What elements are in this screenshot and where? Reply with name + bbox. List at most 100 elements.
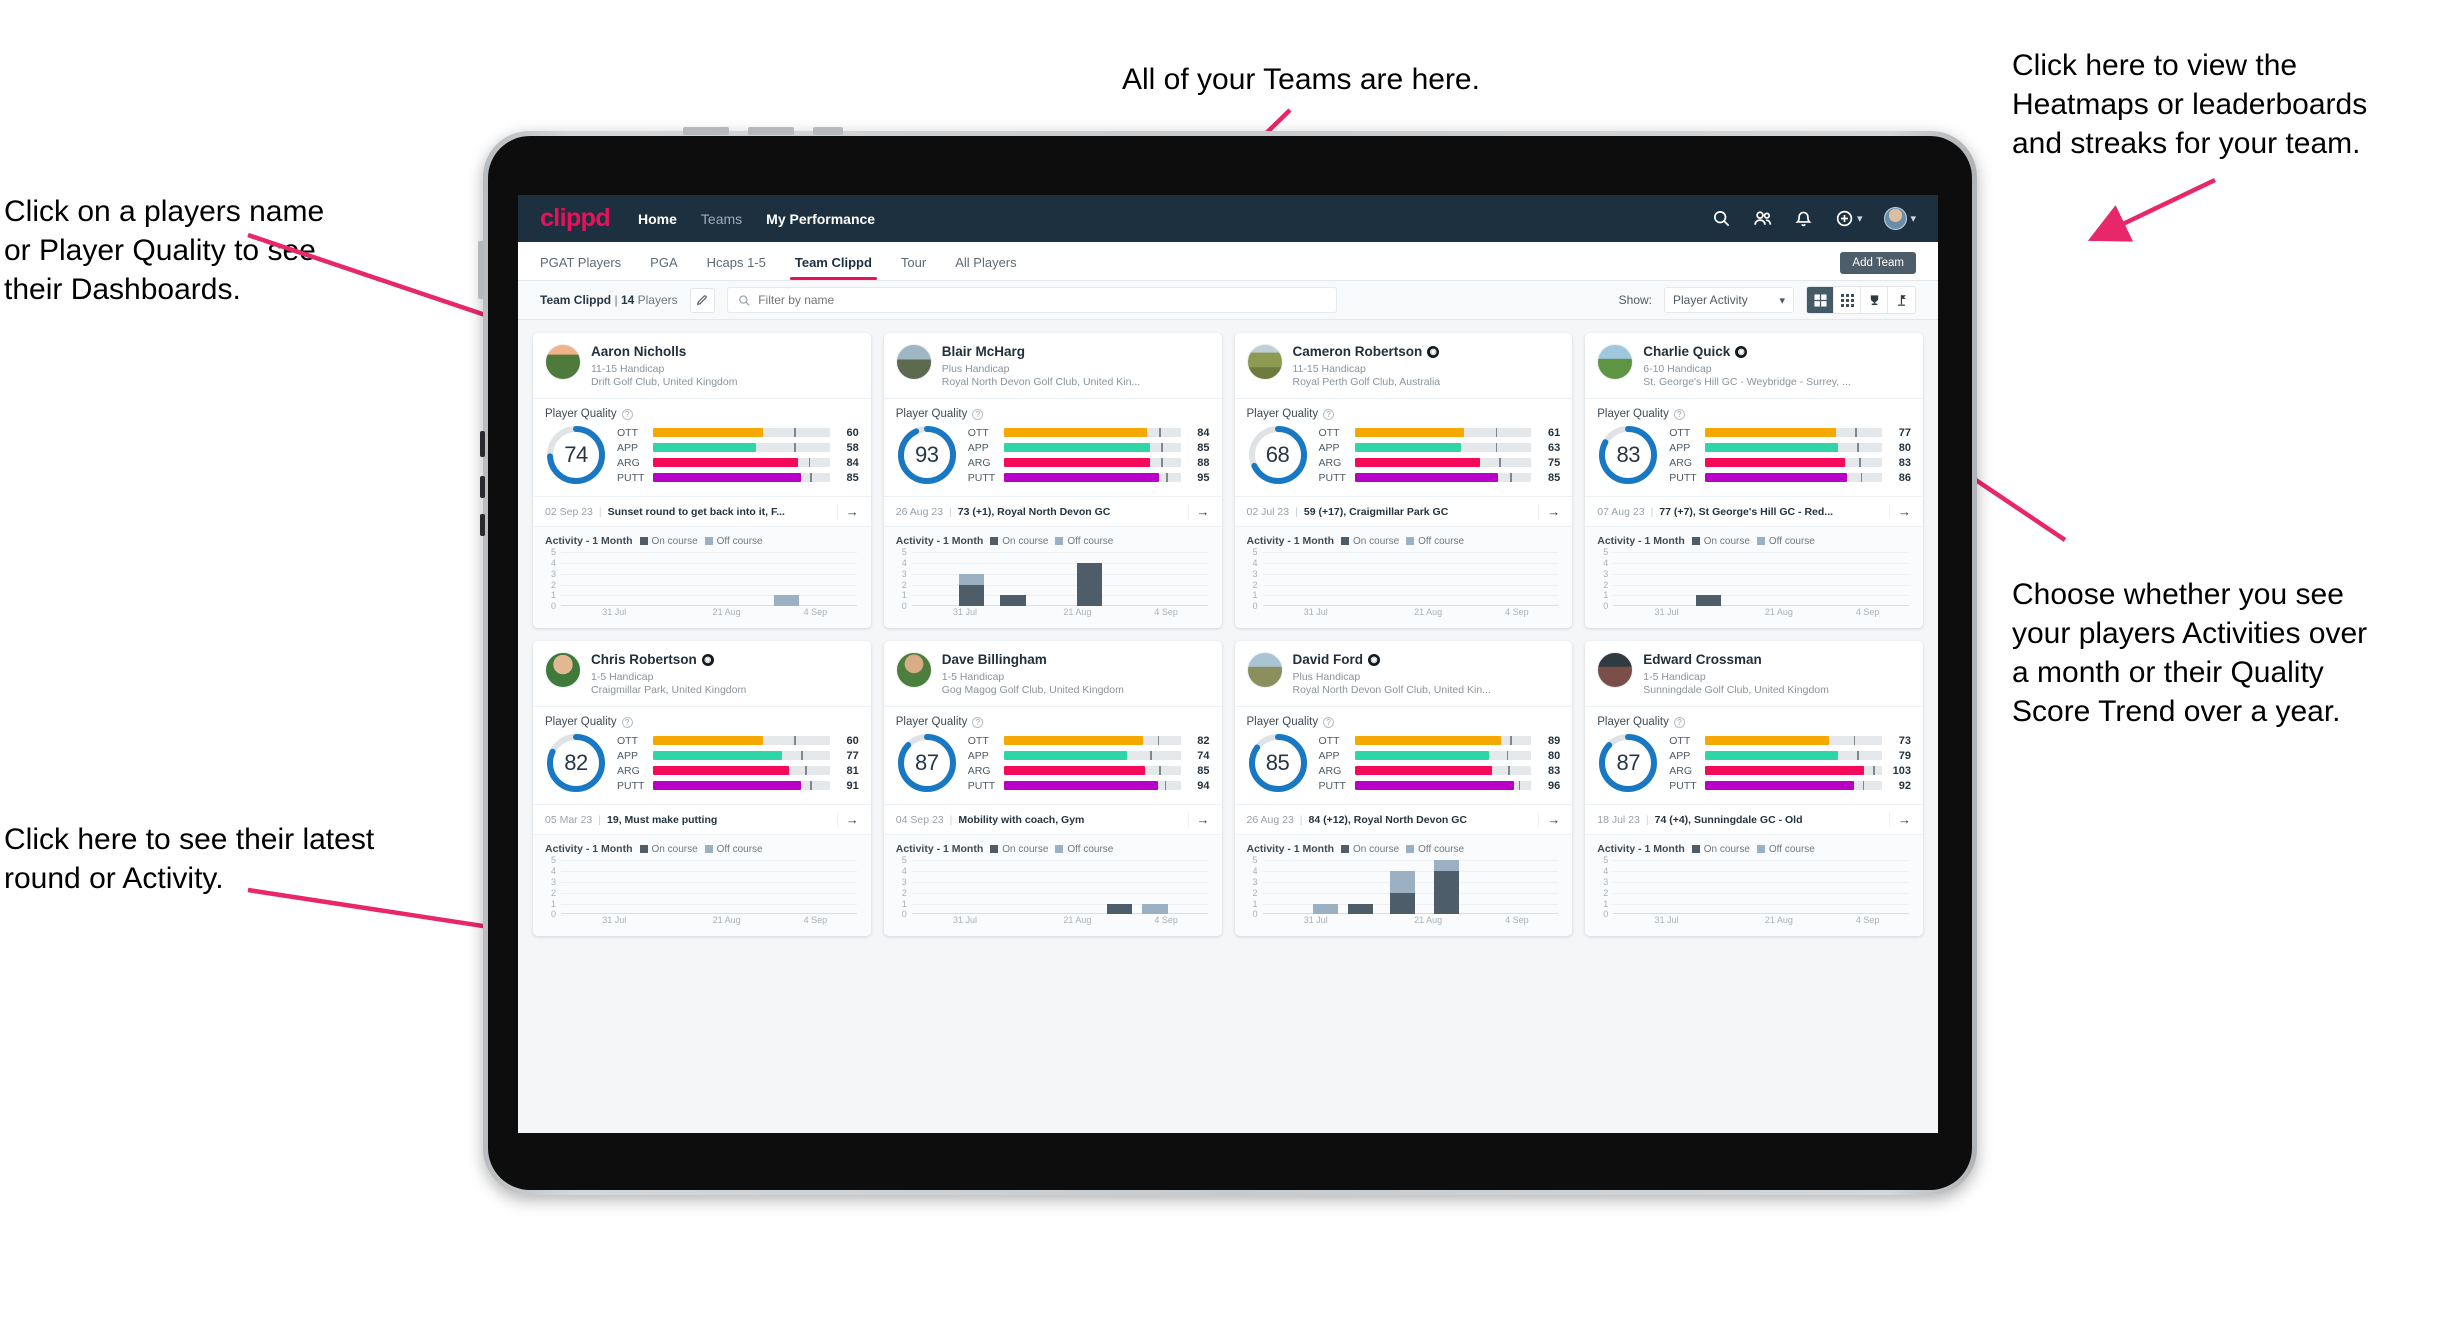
player-card[interactable]: Cameron Robertson ◉ 11-15 Handicap Royal Pe… <box>1234 333 1573 629</box>
tab-tour[interactable]: Tour <box>901 255 926 280</box>
latest-round-row[interactable]: 26 Aug 23 | 73 (+1), Royal North Devon GC → <box>883 496 1222 526</box>
help-icon[interactable]: ? <box>621 716 633 728</box>
gridline <box>1262 552 1559 554</box>
player-quality-section[interactable]: Player Quality? 87 OTT 82 APP 74 ARG 85 PUTT 94 <box>883 706 1222 804</box>
search-icon[interactable] <box>1712 209 1731 228</box>
clippd-logo[interactable]: clippd <box>540 204 611 233</box>
arrow-right-icon[interactable]: → <box>1187 812 1210 828</box>
player-name[interactable]: Charlie Quick ◉ <box>1643 344 1911 360</box>
player-card[interactable]: Edward Crossman 1-5 Handicap Sunningdale G… <box>1585 641 1923 937</box>
tab-hcaps-1-5[interactable]: Hcaps 1-5 <box>707 255 766 280</box>
avatar[interactable] <box>1246 652 1283 689</box>
view-grid-small-button[interactable] <box>1834 287 1861 313</box>
player-card[interactable]: Dave Billingham 1-5 Handicap Gog Magog Gol… <box>883 641 1222 937</box>
player-quality-section[interactable]: Player Quality? 93 OTT 84 APP 85 ARG 88 PUTT 95 <box>883 398 1222 496</box>
quality-metric-row: ARG 84 <box>617 457 859 469</box>
player-name[interactable]: Cameron Robertson ◉ <box>1293 344 1561 360</box>
separator: | <box>598 505 602 518</box>
nav-home[interactable]: Home <box>638 211 677 227</box>
avatar[interactable] <box>545 652 581 689</box>
avatar[interactable] <box>895 652 932 689</box>
add-team-button[interactable]: Add Team <box>1840 252 1916 274</box>
help-icon[interactable]: ? <box>1673 716 1685 728</box>
help-icon[interactable]: ? <box>1323 408 1335 420</box>
metric-label: ARG <box>1318 764 1342 777</box>
player-name[interactable]: Aaron Nicholls <box>591 344 859 360</box>
help-icon[interactable]: ? <box>1673 408 1685 420</box>
profile-menu[interactable]: ▾ <box>1884 207 1916 230</box>
plus-circle-icon[interactable] <box>1835 209 1854 228</box>
nav-my-performance[interactable]: My Performance <box>766 211 875 227</box>
player-card[interactable]: Chris Robertson ◉ 1-5 Handicap Craigmillar … <box>533 641 871 937</box>
arrow-right-icon[interactable]: → <box>836 812 859 828</box>
metric-benchmark-marker <box>1518 781 1521 791</box>
activity-bar <box>1389 871 1415 915</box>
latest-round-row[interactable]: 04 Sep 23 | Mobility with coach, Gym → <box>883 804 1222 834</box>
avatar[interactable] <box>1246 344 1283 380</box>
player-quality-section[interactable]: Player Quality? 87 OTT 73 APP 79 ARG 103 PUTT 92 <box>1585 706 1923 804</box>
x-tick-label: 21 Aug <box>1063 915 1092 926</box>
search-field[interactable] <box>726 287 1337 313</box>
latest-round-row[interactable]: 02 Jul 23 | 59 (+17), Craigmillar Park GC → <box>1234 496 1573 526</box>
search-input[interactable] <box>758 293 1326 307</box>
help-icon[interactable]: ? <box>621 408 633 420</box>
player-card[interactable]: David Ford ◉ Plus Handicap Royal North Devo… <box>1234 641 1573 937</box>
arrow-right-icon[interactable]: → <box>836 504 859 520</box>
player-quality-section[interactable]: Player Quality? 68 OTT 61 APP 63 ARG 75 PUTT 85 <box>1234 398 1573 496</box>
view-trophy-button[interactable] <box>1861 287 1888 313</box>
player-name[interactable]: Edward Crossman <box>1643 652 1911 668</box>
people-icon[interactable] <box>1753 209 1772 228</box>
help-icon[interactable]: ? <box>972 408 984 420</box>
player-name[interactable]: Dave Billingham <box>942 652 1210 668</box>
latest-round-date: 18 Jul 23 <box>1597 813 1640 826</box>
add-menu[interactable]: ▾ <box>1835 209 1862 228</box>
y-tick-label: 1 <box>901 590 907 601</box>
avatar[interactable] <box>1597 344 1634 380</box>
device-button-top-1[interactable] <box>683 127 729 135</box>
view-grid-large-button[interactable] <box>1807 287 1834 313</box>
latest-round-row[interactable]: 02 Sep 23 | Sunset round to get back into … <box>533 496 871 526</box>
player-quality-label: Player Quality <box>1246 716 1319 729</box>
latest-round-row[interactable]: 05 Mar 23 | 19, Must make putting → <box>533 804 871 834</box>
view-flag-button[interactable] <box>1888 287 1915 313</box>
avatar[interactable] <box>1597 652 1634 689</box>
device-volume-up[interactable] <box>478 241 484 299</box>
arrow-right-icon[interactable]: → <box>1889 812 1911 828</box>
quality-metric-row: APP 80 <box>1319 750 1561 762</box>
arrow-right-icon[interactable]: → <box>1538 504 1560 520</box>
player-card[interactable]: Aaron Nicholls 11-15 Handicap Drift Golf C… <box>533 333 871 629</box>
arrow-right-icon[interactable]: → <box>1538 812 1560 828</box>
player-quality-section[interactable]: Player Quality? 82 OTT 60 APP 77 ARG 81 PUTT 91 <box>533 706 871 804</box>
tab-team-clippd[interactable]: Team Clippd <box>789 255 877 280</box>
avatar[interactable] <box>545 344 581 380</box>
player-card[interactable]: Charlie Quick ◉ 6-10 Handicap St. George's … <box>1585 333 1923 629</box>
tab-pgat-players[interactable]: PGAT Players <box>540 255 621 280</box>
tab-pga[interactable]: PGA <box>650 255 677 280</box>
player-name[interactable]: David Ford ◉ <box>1293 652 1561 668</box>
tab-all-players[interactable]: All Players <box>955 255 1016 280</box>
player-name[interactable]: Blair McHarg <box>942 344 1210 360</box>
latest-round-row[interactable]: 18 Jul 23 | 74 (+4), Sunningdale GC - Old → <box>1585 804 1923 834</box>
help-icon[interactable]: ? <box>972 716 984 728</box>
nav-teams[interactable]: Teams <box>701 211 742 227</box>
device-button-top-2[interactable] <box>748 127 794 135</box>
player-quality-section[interactable]: Player Quality? 74 OTT 60 APP 58 ARG 84 PUTT 85 <box>533 398 871 496</box>
help-icon[interactable]: ? <box>1323 716 1335 728</box>
show-select[interactable]: Player Activity ▾ <box>1664 287 1794 313</box>
arrow-right-icon[interactable]: → <box>1889 504 1911 520</box>
bell-icon[interactable] <box>1794 209 1813 228</box>
player-quality-section[interactable]: Player Quality? 85 OTT 89 APP 80 ARG 83 PUTT 96 <box>1234 706 1573 804</box>
player-card[interactable]: Blair McHarg Plus Handicap Royal North Dev… <box>883 333 1222 629</box>
player-name[interactable]: Chris Robertson ◉ <box>591 652 859 668</box>
avatar[interactable] <box>895 344 932 380</box>
avatar[interactable] <box>1884 207 1908 230</box>
edit-team-button[interactable] <box>689 287 715 313</box>
latest-round-row[interactable]: 07 Aug 23 | 77 (+7), St George's Hill GC -… <box>1585 496 1923 526</box>
device-button-top-3[interactable] <box>813 127 843 135</box>
arrow-right-icon[interactable]: → <box>1187 504 1210 520</box>
latest-round-row[interactable]: 26 Aug 23 | 84 (+12), Royal North Devon GC… <box>1234 804 1573 834</box>
player-quality-section[interactable]: Player Quality? 83 OTT 77 APP 80 ARG 83 PUTT 86 <box>1585 398 1923 496</box>
metric-bar <box>1354 443 1532 453</box>
gridline <box>1262 573 1559 575</box>
team-name: Team Clippd <box>540 293 612 307</box>
